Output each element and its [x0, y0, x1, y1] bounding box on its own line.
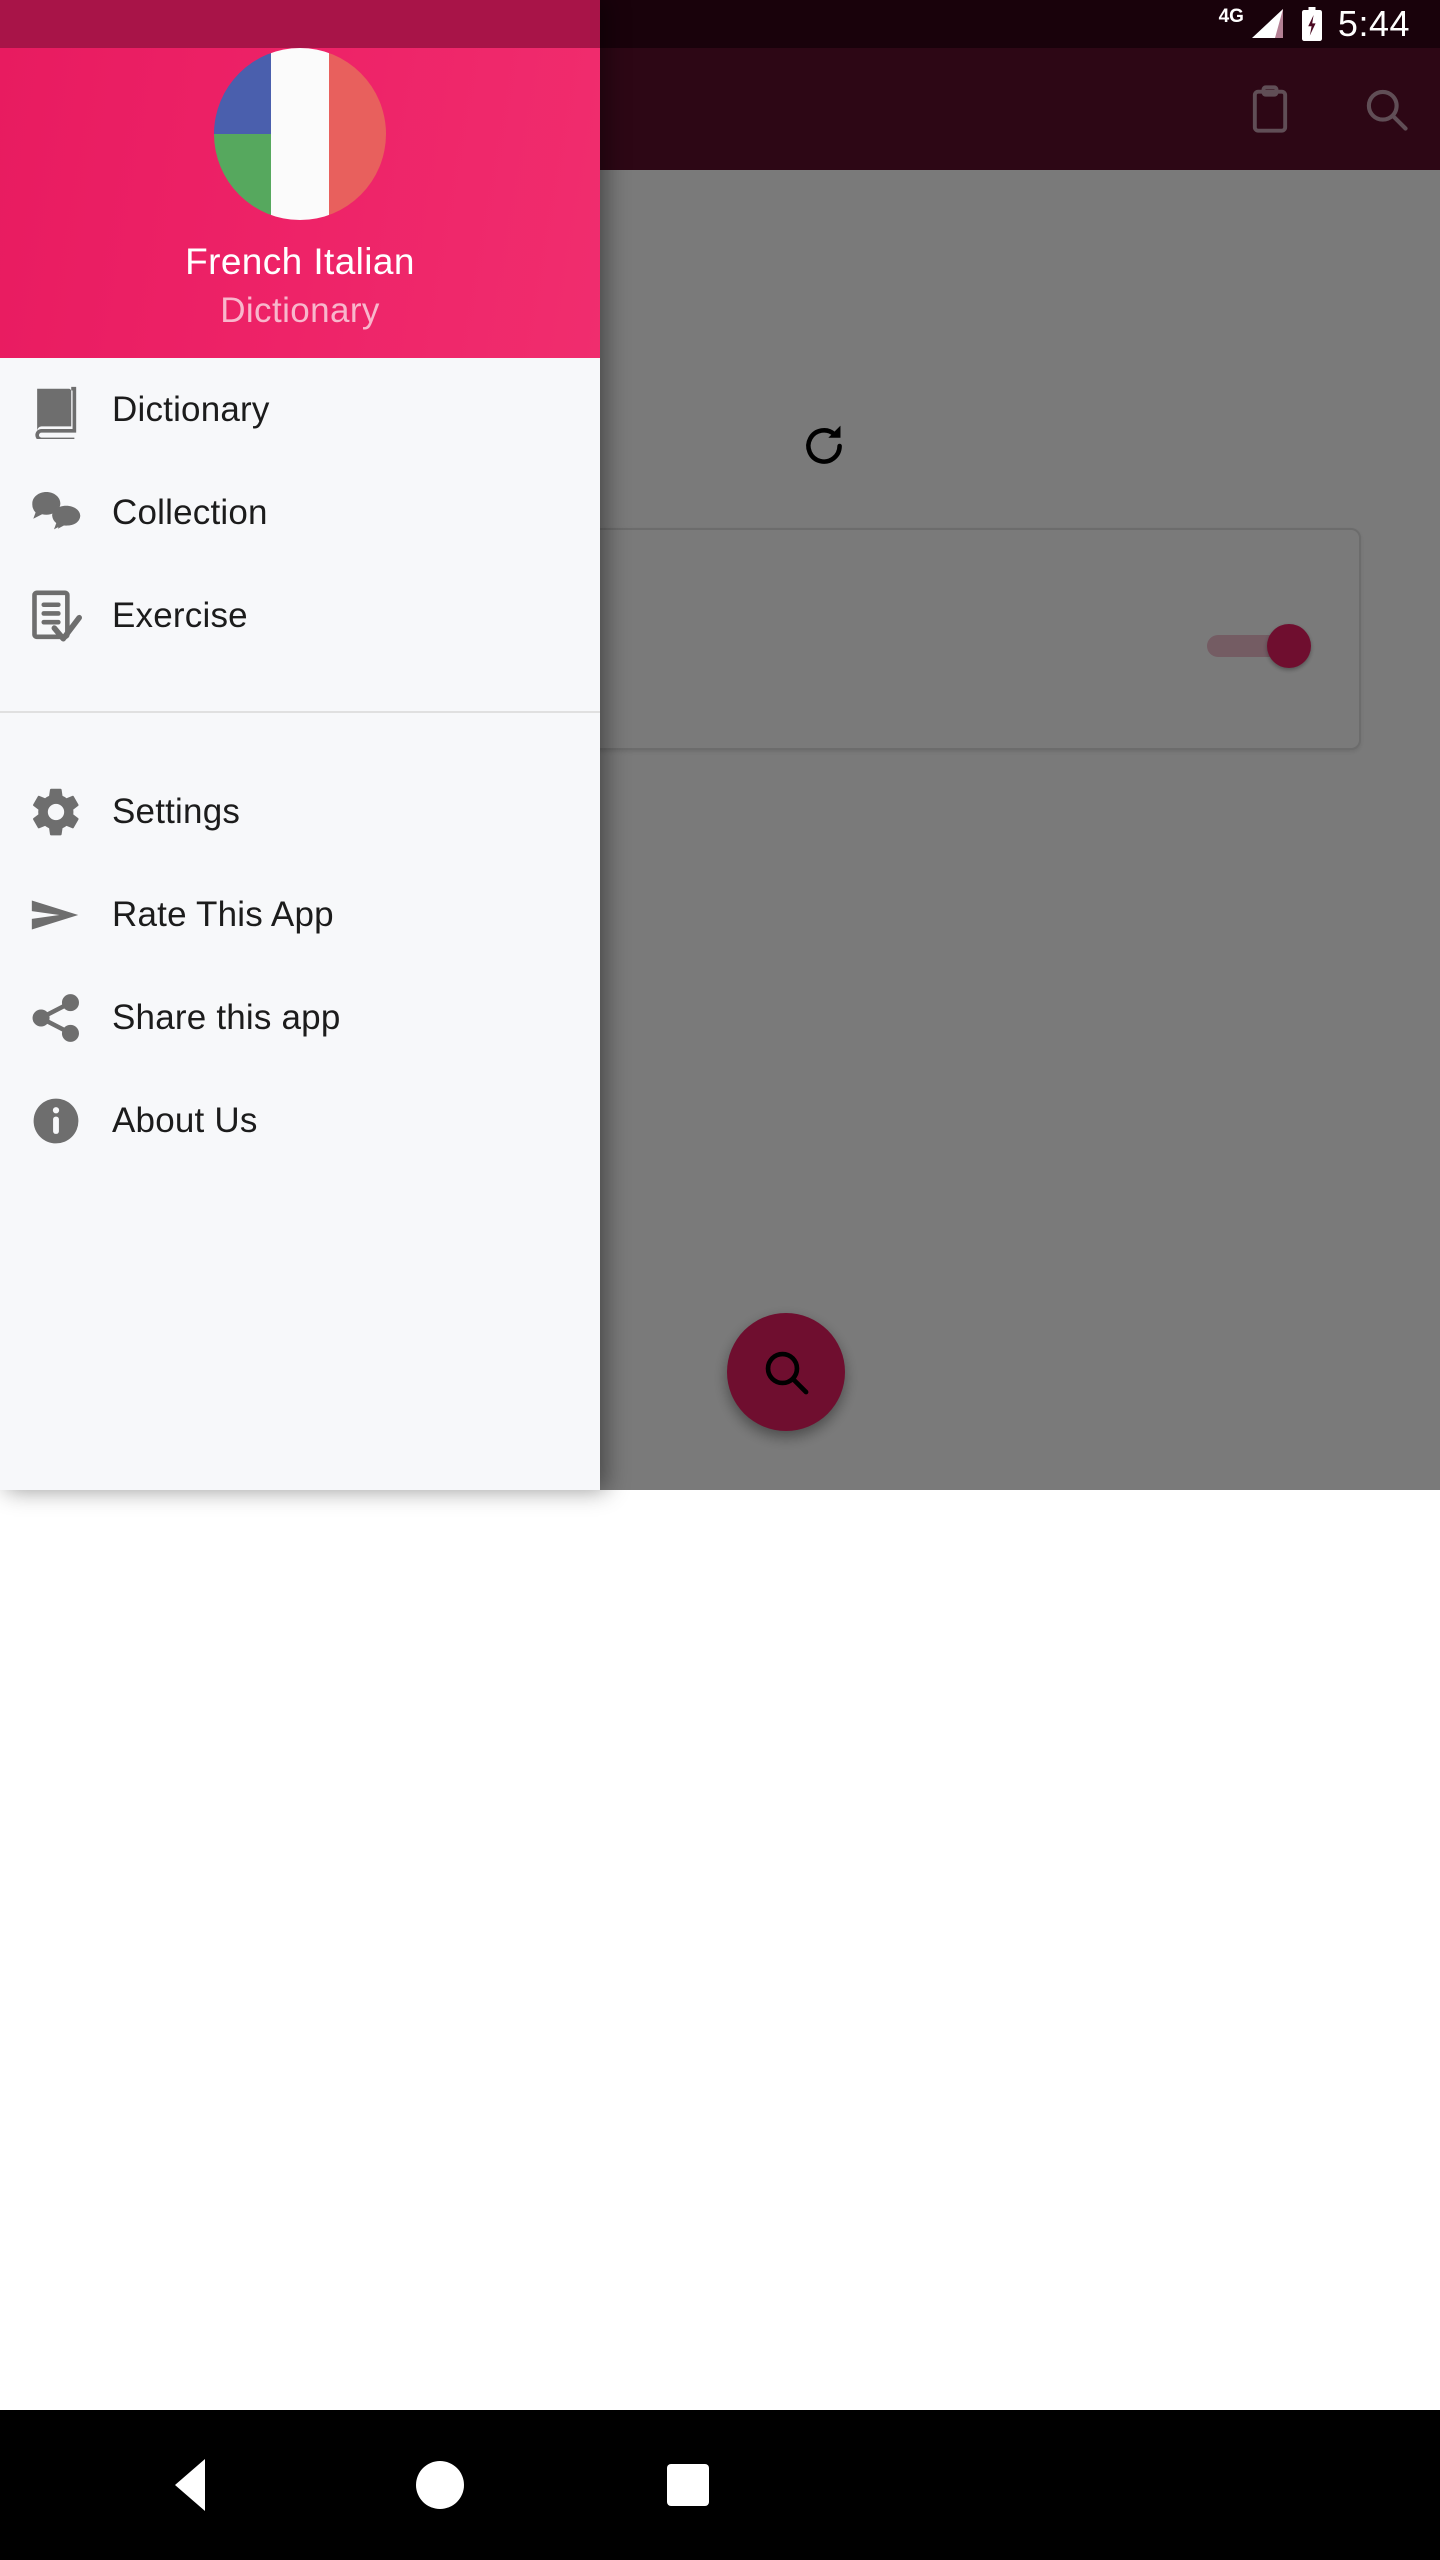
french-italian-flag-icon: [214, 48, 386, 220]
sidebar-item-label: Rate This App: [112, 894, 334, 934]
send-icon: [0, 863, 112, 966]
battery-charging-icon: [1300, 7, 1324, 41]
sidebar-item-label: Exercise: [112, 595, 248, 635]
flag-block-green: [214, 134, 272, 220]
drawer-menu-group-secondary: Settings Rate This App Share this app Ab…: [0, 760, 600, 1172]
sidebar-item-label: Settings: [112, 791, 241, 831]
drawer-menu-group-main: Dictionary Collection Exercise: [0, 358, 600, 667]
flag-block-white-top: [271, 48, 329, 134]
sidebar-item-label: About Us: [112, 1100, 258, 1140]
sidebar-item-label: Dictionary: [112, 389, 270, 429]
book-icon: [0, 358, 112, 461]
drawer-app-subtitle: Dictionary: [220, 291, 380, 330]
recents-button[interactable]: [598, 2410, 778, 2560]
home-button[interactable]: [350, 2410, 530, 2560]
back-triangle-icon: [175, 2459, 205, 2511]
sidebar-item-share-this-app[interactable]: Share this app: [0, 966, 600, 1069]
navigation-drawer: French Italian Dictionary Dictionary Col…: [0, 0, 600, 1490]
home-circle-icon: [416, 2461, 464, 2509]
system-nav-bar: [0, 2410, 1440, 2560]
chat-bubbles-icon: [0, 461, 112, 564]
sidebar-item-rate-this-app[interactable]: Rate This App: [0, 863, 600, 966]
share-icon: [0, 966, 112, 1069]
flag-block-blue: [214, 48, 272, 134]
drawer-status-bar-bg: [0, 0, 600, 48]
sidebar-item-exercise[interactable]: Exercise: [0, 564, 600, 667]
clock-label: 5:44: [1337, 3, 1410, 44]
flag-block-red-bottom: [328, 134, 386, 220]
drawer-app-name: French Italian: [185, 241, 415, 282]
sidebar-item-about-us[interactable]: About Us: [0, 1069, 600, 1172]
sidebar-item-label: Share this app: [112, 997, 341, 1037]
drawer-header: French Italian Dictionary: [0, 48, 600, 358]
sidebar-item-settings[interactable]: Settings: [0, 760, 600, 863]
flag-block-white-bottom: [271, 134, 329, 220]
recents-square-icon: [667, 2464, 709, 2506]
back-button[interactable]: [100, 2410, 280, 2560]
signal-icon: [1251, 9, 1286, 39]
document-check-icon: [0, 564, 112, 667]
sidebar-item-collection[interactable]: Collection: [0, 461, 600, 564]
network-type-label: 4G: [1218, 6, 1244, 27]
info-circle-icon: [0, 1069, 112, 1172]
drawer-divider: [0, 711, 600, 713]
sidebar-item-dictionary[interactable]: Dictionary: [0, 358, 600, 461]
status-bar-items: 4G 5:44: [1219, 0, 1410, 48]
gear-icon: [0, 760, 112, 863]
sidebar-item-label: Collection: [112, 492, 268, 532]
flag-block-red-top: [328, 48, 386, 134]
phone-screen: e: [0, 0, 1440, 2560]
